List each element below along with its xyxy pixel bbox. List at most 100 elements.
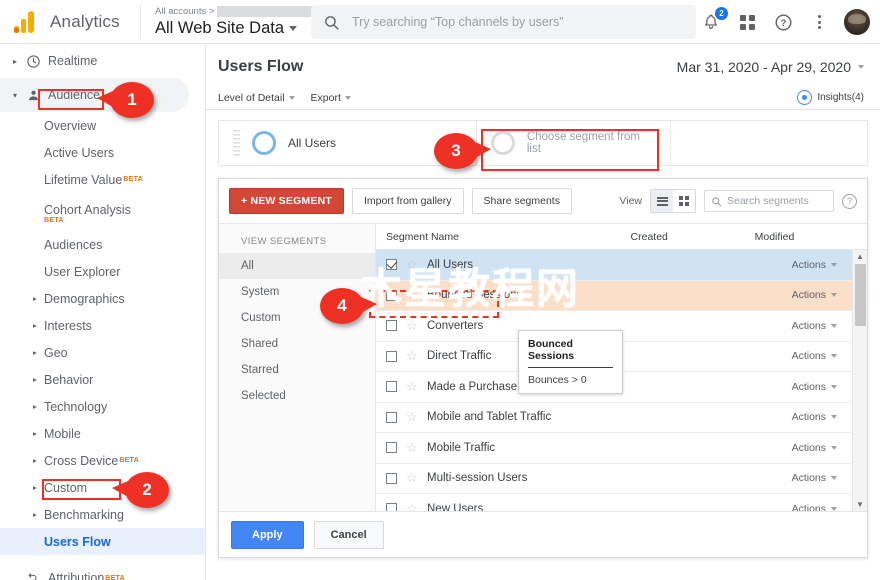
segment-row-bounced-sessions[interactable]: ☆ Bounced Sessions Actions bbox=[376, 281, 867, 312]
column-header-segment-name[interactable]: Segment Name bbox=[376, 231, 631, 243]
row-actions-dropdown[interactable]: Actions bbox=[792, 350, 837, 362]
date-range-picker[interactable]: Mar 31, 2020 - Apr 29, 2020 bbox=[677, 59, 864, 75]
beta-badge: BETA bbox=[44, 217, 64, 224]
view-mode-toggle[interactable] bbox=[650, 189, 696, 213]
segment-list-scrollbar[interactable]: ▲ ▼ bbox=[852, 250, 867, 511]
row-actions-dropdown[interactable]: Actions bbox=[792, 472, 837, 484]
choose-segment-from-list-chip[interactable]: Choose segment from list bbox=[477, 121, 670, 165]
segment-name: Multi-session Users bbox=[427, 472, 527, 484]
scroll-down-arrow-icon[interactable]: ▼ bbox=[853, 498, 867, 511]
more-vert-icon[interactable] bbox=[808, 11, 830, 33]
sidebar-item-demographics[interactable]: ▸ Demographics bbox=[0, 285, 205, 312]
tooltip-title: Bounced Sessions bbox=[528, 338, 613, 368]
star-icon[interactable]: ☆ bbox=[406, 470, 420, 486]
row-actions-dropdown[interactable]: Actions bbox=[792, 259, 837, 271]
chevron-down-icon bbox=[289, 96, 295, 100]
level-of-detail-label: Level of Detail bbox=[218, 92, 285, 104]
segment-category-all[interactable]: All bbox=[219, 253, 375, 279]
segment-chip-empty-slot[interactable] bbox=[670, 121, 867, 165]
row-checkbox[interactable] bbox=[386, 381, 397, 392]
sidebar-item-realtime[interactable]: ▸ Realtime bbox=[0, 44, 205, 78]
sidebar-item-cohort-analysis[interactable]: Cohort Analysis BETA bbox=[0, 193, 205, 231]
date-range-label: Mar 31, 2020 - Apr 29, 2020 bbox=[677, 59, 851, 75]
account-selector[interactable]: All accounts > All Web Site Data bbox=[140, 5, 314, 39]
sidebar-item-technology[interactable]: ▸ Technology bbox=[0, 393, 205, 420]
row-actions-dropdown[interactable]: Actions bbox=[792, 381, 837, 393]
segment-row-new-users[interactable]: ☆ New Users Actions bbox=[376, 494, 867, 511]
star-icon[interactable]: ☆ bbox=[406, 409, 420, 425]
sidebar-item-overview[interactable]: Overview bbox=[0, 112, 205, 139]
share-segments-button[interactable]: Share segments bbox=[472, 188, 572, 214]
sidebar-item-mobile[interactable]: ▸ Mobile bbox=[0, 420, 205, 447]
search-icon bbox=[323, 14, 340, 31]
segment-category-selected[interactable]: Selected bbox=[219, 383, 375, 409]
sidebar-item-behavior[interactable]: ▸ Behavior bbox=[0, 366, 205, 393]
row-actions-dropdown[interactable]: Actions bbox=[792, 442, 837, 454]
analytics-logo-wrap[interactable]: Analytics bbox=[0, 11, 140, 33]
help-icon[interactable]: ? bbox=[842, 194, 857, 209]
level-of-detail-dropdown[interactable]: Level of Detail bbox=[218, 92, 295, 104]
chevron-down-icon bbox=[831, 415, 837, 419]
scroll-up-arrow-icon[interactable]: ▲ bbox=[853, 250, 867, 263]
grid-view-icon[interactable] bbox=[673, 190, 695, 212]
segment-category-starred[interactable]: Starred bbox=[219, 357, 375, 383]
sidebar-item-user-explorer[interactable]: User Explorer bbox=[0, 258, 205, 285]
row-checkbox[interactable] bbox=[386, 320, 397, 331]
star-icon[interactable]: ☆ bbox=[406, 287, 420, 303]
segment-category-shared[interactable]: Shared bbox=[219, 331, 375, 357]
row-checkbox[interactable] bbox=[386, 442, 397, 453]
column-header-created[interactable]: Created bbox=[631, 231, 755, 243]
row-checkbox[interactable] bbox=[386, 473, 397, 484]
star-icon[interactable]: ☆ bbox=[406, 257, 420, 273]
sidebar-item-users-flow[interactable]: Users Flow bbox=[0, 528, 205, 555]
row-actions-dropdown[interactable]: Actions bbox=[792, 411, 837, 423]
export-dropdown[interactable]: Export bbox=[311, 92, 351, 104]
cancel-button[interactable]: Cancel bbox=[314, 521, 384, 549]
search-segments-input[interactable]: Search segments bbox=[704, 190, 834, 212]
star-icon[interactable]: ☆ bbox=[406, 348, 420, 364]
sidebar-item-custom[interactable]: ▸ Custom bbox=[0, 474, 205, 501]
user-avatar[interactable] bbox=[844, 9, 870, 35]
insights-button[interactable]: Insights(4) bbox=[797, 90, 864, 105]
segment-row-mobile-and-tablet-traffic[interactable]: ☆ Mobile and Tablet Traffic Actions bbox=[376, 403, 867, 434]
sidebar-item-audience[interactable]: ▾ Audience bbox=[0, 78, 189, 112]
row-checkbox[interactable] bbox=[386, 503, 397, 511]
row-actions-dropdown[interactable]: Actions bbox=[792, 503, 837, 511]
row-checkbox[interactable] bbox=[386, 290, 397, 301]
row-checkbox[interactable] bbox=[386, 412, 397, 423]
segment-row-multi-session-users[interactable]: ☆ Multi-session Users Actions bbox=[376, 464, 867, 495]
new-segment-button[interactable]: + NEW SEGMENT bbox=[229, 188, 344, 214]
callout-1: 1 bbox=[110, 82, 154, 118]
property-selector[interactable]: All Web Site Data bbox=[155, 19, 314, 38]
apply-button[interactable]: Apply bbox=[231, 521, 304, 549]
sidebar-item-geo[interactable]: ▸ Geo bbox=[0, 339, 205, 366]
sidebar-item-interests[interactable]: ▸ Interests bbox=[0, 312, 205, 339]
sidebar-item-cross-device[interactable]: ▸ Cross Device BETA bbox=[0, 447, 205, 474]
apps-grid-icon[interactable] bbox=[736, 11, 758, 33]
sidebar-item-label: Attribution bbox=[48, 571, 104, 580]
notifications-bell-icon[interactable]: 2 bbox=[700, 11, 722, 33]
row-checkbox[interactable] bbox=[386, 351, 397, 362]
help-icon[interactable]: ? bbox=[772, 11, 794, 33]
row-actions-dropdown[interactable]: Actions bbox=[792, 289, 837, 301]
sidebar-item-label: Demographics bbox=[44, 292, 125, 306]
sidebar-item-benchmarking[interactable]: ▸ Benchmarking bbox=[0, 501, 205, 528]
import-from-gallery-button[interactable]: Import from gallery bbox=[352, 188, 464, 214]
search-input[interactable]: Try searching “Top channels by users” bbox=[311, 5, 696, 39]
star-icon[interactable]: ☆ bbox=[406, 501, 420, 511]
star-icon[interactable]: ☆ bbox=[406, 318, 420, 334]
segment-row-all-users[interactable]: ☆ All Users Actions bbox=[376, 250, 867, 281]
segment-row-mobile-traffic[interactable]: ☆ Mobile Traffic Actions bbox=[376, 433, 867, 464]
row-checkbox[interactable] bbox=[386, 259, 397, 270]
sidebar-item-audiences[interactable]: Audiences bbox=[0, 231, 205, 258]
column-header-modified[interactable]: Modified bbox=[755, 231, 867, 243]
star-icon[interactable]: ☆ bbox=[406, 440, 420, 456]
scrollbar-thumb[interactable] bbox=[855, 264, 866, 326]
star-icon[interactable]: ☆ bbox=[406, 379, 420, 395]
sidebar-item-lifetime-value[interactable]: Lifetime Value BETA bbox=[0, 166, 205, 193]
row-actions-dropdown[interactable]: Actions bbox=[792, 320, 837, 332]
sidebar-item-attribution[interactable]: Attribution BETA bbox=[0, 561, 205, 580]
drag-handle-icon[interactable] bbox=[233, 130, 240, 156]
sidebar-item-active-users[interactable]: Active Users bbox=[0, 139, 205, 166]
list-view-icon[interactable] bbox=[651, 190, 673, 212]
